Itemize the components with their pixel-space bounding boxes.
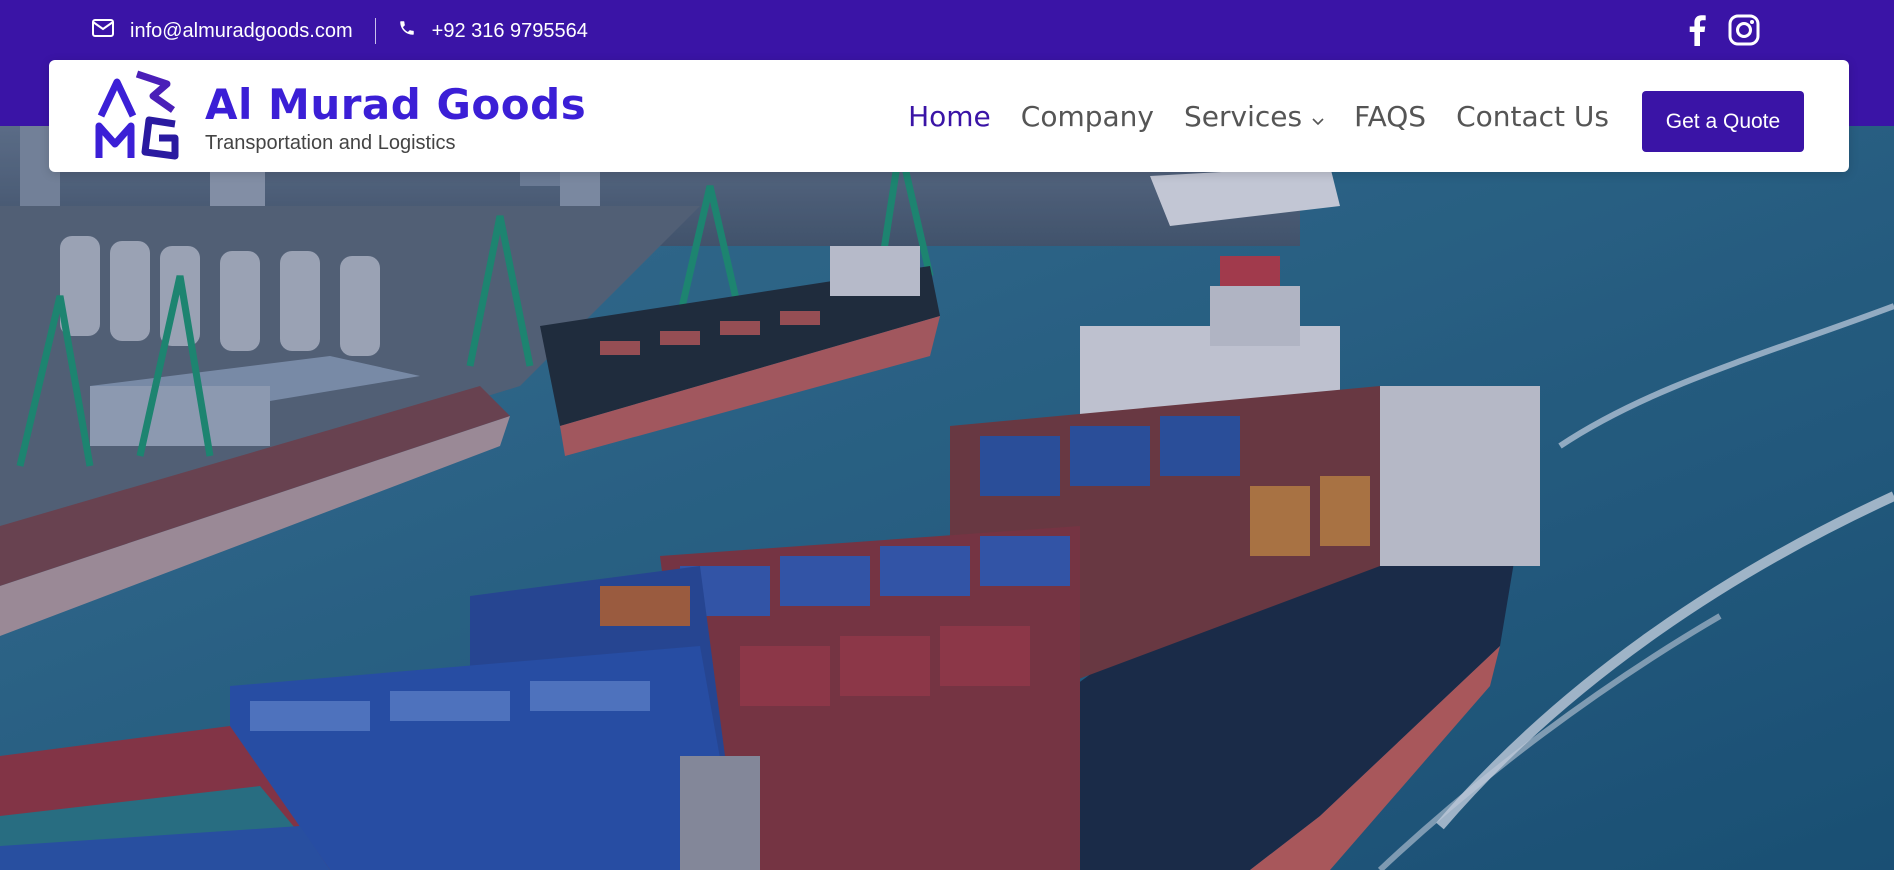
nav-item-label: Services bbox=[1183, 99, 1303, 133]
email-text: info@almuradgoods.com bbox=[130, 19, 353, 42]
nav-item-home[interactable]: Home bbox=[908, 100, 991, 133]
brand-name: Al Murad Goods bbox=[205, 79, 587, 129]
nav-item-company[interactable]: Company bbox=[1021, 100, 1154, 133]
hero-overlay bbox=[0, 126, 1894, 870]
phone-contact[interactable]: +92 316 9795564 bbox=[398, 19, 588, 43]
facebook-icon[interactable] bbox=[1688, 14, 1706, 51]
hero-image bbox=[0, 126, 1894, 870]
nav-item-contact-us[interactable]: Contact Us bbox=[1456, 100, 1609, 133]
social-links bbox=[1688, 14, 1760, 50]
instagram-icon[interactable] bbox=[1728, 14, 1760, 51]
brand-tagline: Transportation and Logistics bbox=[205, 131, 456, 154]
contact-divider bbox=[374, 18, 376, 44]
nav-item-label: Contact Us bbox=[1456, 99, 1609, 133]
main-nav: Home Company Services FAQS Contact Us bbox=[908, 60, 1609, 172]
nav-item-label: FAQS bbox=[1354, 99, 1427, 133]
nav-item-label: Company bbox=[1020, 99, 1154, 133]
nav-item-faqs[interactable]: FAQS bbox=[1354, 100, 1426, 133]
brand-logo[interactable]: Al Murad Goods Transportation and Logist… bbox=[93, 70, 586, 167]
get-a-quote-button[interactable]: Get a Quote bbox=[1642, 91, 1804, 152]
nav-item-services[interactable]: Services bbox=[1184, 100, 1324, 133]
nav-item-label: Home bbox=[908, 99, 991, 133]
amg-logo-cube-icon bbox=[93, 70, 183, 167]
phone-icon bbox=[398, 19, 416, 43]
email-contact[interactable]: info@almuradgoods.com bbox=[92, 19, 353, 43]
chevron-down-icon bbox=[1312, 100, 1324, 133]
phone-text: +92 316 9795564 bbox=[431, 19, 588, 42]
top-contact-info: info@almuradgoods.com +92 316 9795564 bbox=[92, 14, 588, 48]
brand-text: Al Murad Goods Transportation and Logist… bbox=[205, 79, 587, 155]
site-header: Al Murad Goods Transportation and Logist… bbox=[49, 60, 1849, 172]
envelope-icon bbox=[92, 19, 114, 43]
